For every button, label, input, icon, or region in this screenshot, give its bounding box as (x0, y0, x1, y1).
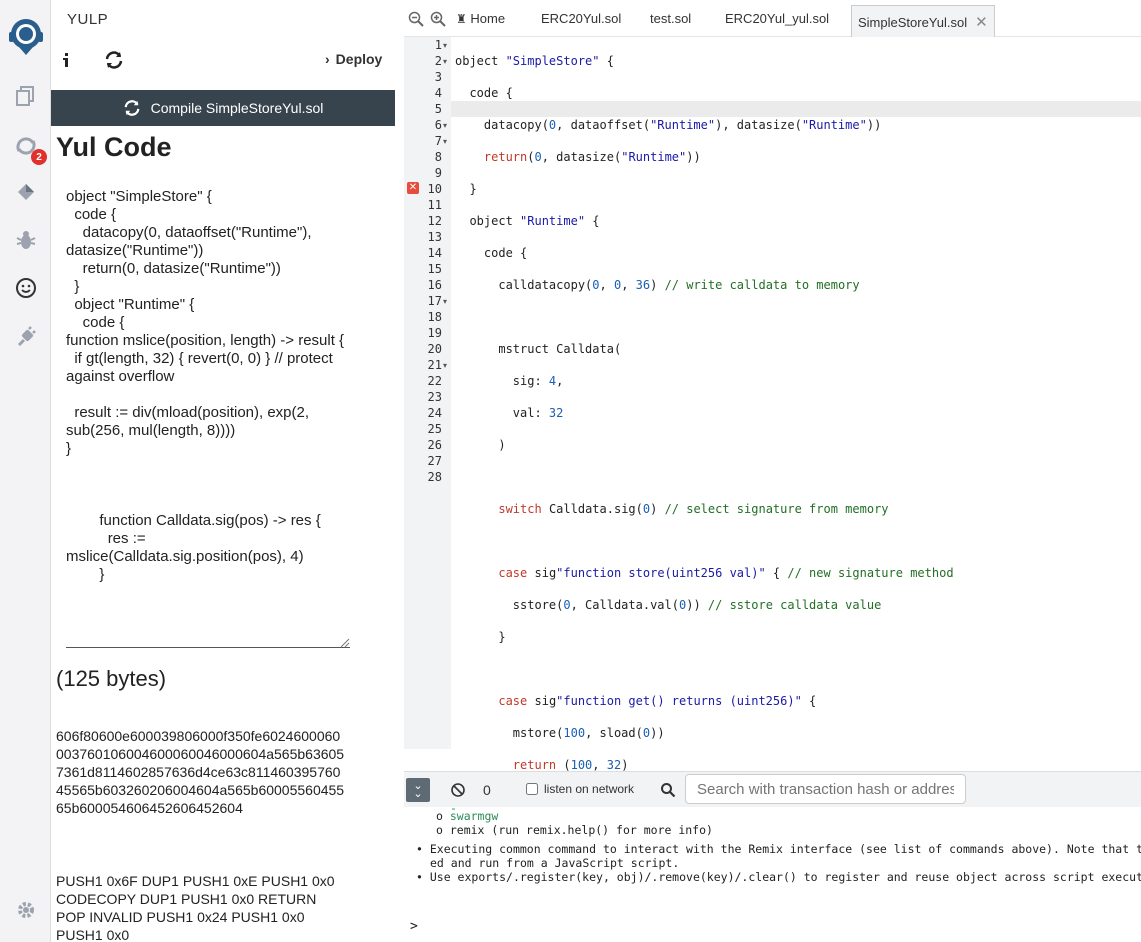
terminal-exec-line-1: Executing common command to interact wit… (429, 842, 1141, 856)
refresh-icon (124, 100, 140, 116)
terminal-toolbar: ⌄ ⌄ 0 listen on network (404, 771, 1141, 807)
line-number: 10 (427, 182, 442, 196)
fold-arrow-icon[interactable]: ▾ (443, 297, 447, 306)
line-number: 21 (427, 358, 442, 372)
line-number: 4 (434, 86, 442, 100)
line-number: 13 (427, 230, 442, 244)
line-number: 5 (434, 102, 442, 116)
terminal-prompt[interactable]: > (410, 920, 418, 934)
remix-help-line: remix (run remix.help() for more info) (449, 823, 713, 837)
terminal-exports-line: Use exports/.register(key, obj)/.remove(… (429, 870, 1141, 884)
line-number: 12 (427, 214, 442, 228)
tab-home-label: Home (470, 11, 506, 26)
fold-arrow-icon[interactable]: ▾ (443, 361, 447, 370)
refresh-icon[interactable] (104, 50, 124, 70)
yul-code-textarea[interactable]: object "SimpleStore" { code { datacopy(0… (66, 188, 350, 648)
code-editor[interactable]: ✕ ▾ ▾ ▾ ▾ ▾ ▾ 1 2 3 4 5 6 7 8 9 10 11 12 13 14 15 16 17 1… (404, 37, 1141, 900)
line-number: 1 (434, 38, 442, 52)
deploy-label: Deploy (335, 51, 383, 67)
line-number: 24 (427, 406, 442, 420)
tab-erc20yul-yul[interactable]: ERC20Yul_yul.sol (725, 11, 829, 26)
search-icon (661, 783, 676, 798)
notification-badge: 2 (31, 149, 47, 165)
line-number: 3 (434, 70, 442, 84)
line-number: 28 (427, 470, 442, 484)
tab-simplestoreyul[interactable]: SimpleStoreYul.sol ✕ (851, 5, 995, 37)
fold-arrow-icon[interactable]: ▾ (443, 41, 447, 50)
line-number: 2 (434, 54, 442, 68)
fold-arrow-icon[interactable]: ▾ (443, 57, 447, 66)
tab-erc20yul[interactable]: ERC20Yul.sol (541, 11, 621, 26)
transaction-search-input[interactable] (685, 774, 966, 804)
fold-arrow-icon[interactable]: ▾ (443, 121, 447, 130)
deploy-run-icon[interactable] (13, 179, 39, 205)
bytecode-output: 606f80600e600039806000f350fe602460006000… (56, 728, 345, 816)
line-number: 20 (427, 342, 442, 356)
line-number: 11 (427, 198, 442, 212)
plugin-manager-icon[interactable] (13, 323, 39, 349)
line-number: 22 (427, 374, 442, 388)
tab-simplestoreyul-label: SimpleStoreYul.sol (858, 15, 968, 30)
line-number: 16 (427, 278, 442, 292)
fold-arrow-icon[interactable]: ▾ (443, 137, 447, 146)
line-number: 25 (427, 422, 442, 436)
clear-console-icon[interactable] (450, 782, 466, 798)
close-tab-icon[interactable]: ✕ (975, 14, 988, 31)
bytes-size-value: 125 bytes (63, 666, 159, 691)
home-icon: ♜ (456, 12, 467, 26)
listen-network-toggle[interactable]: listen on network (526, 782, 634, 796)
settings-gear-icon[interactable] (13, 897, 39, 923)
editor-tabs: ♜ Home ERC20Yul.sol test.sol ERC20Yul_yu… (404, 0, 1141, 37)
terminal-output: - o swarmgw o remix (run remix.help() fo… (404, 807, 1141, 942)
swarmgw-link[interactable]: swarmgw (450, 809, 498, 823)
debugger-icon[interactable] (13, 227, 39, 253)
line-number: 18 (427, 310, 442, 324)
bytes-size: (125 bytes) (56, 666, 167, 691)
chevron-double-down-icon: ⌄ ⌄ (413, 780, 423, 800)
plugin-title: YULP (67, 11, 109, 28)
opcodes-output: PUSH1 0x6F DUP1 PUSH1 0xE PUSH1 0x0 CODE… (56, 873, 335, 942)
line-number: 9 (434, 166, 442, 180)
line-number: 7 (434, 134, 442, 148)
resize-grip-icon[interactable] (340, 638, 350, 648)
line-number: 15 (427, 262, 442, 276)
line-number: 27 (427, 454, 442, 468)
yulp-plugin-icon[interactable] (13, 275, 39, 301)
pending-tx-count: 0 (483, 782, 491, 798)
remix-logo-icon[interactable] (5, 15, 47, 57)
info-icon[interactable] (57, 50, 77, 70)
tab-test[interactable]: test.sol (650, 11, 691, 26)
line-number: 6 (434, 118, 442, 132)
yul-code-heading: Yul Code (56, 132, 172, 162)
zoom-out-icon[interactable] (408, 11, 424, 27)
line-number: 19 (427, 326, 442, 340)
icon-rail: 2 (0, 0, 51, 942)
terminal-toggle-button[interactable]: ⌄ ⌄ (406, 778, 430, 802)
listen-network-label: listen on network (544, 782, 635, 796)
compile-button[interactable]: Compile SimpleStoreYul.sol (51, 90, 395, 126)
line-number: 23 (427, 390, 442, 404)
terminal-exec-line-2: ed and run from a JavaScript script. (430, 856, 680, 870)
file-explorer-icon[interactable] (13, 83, 39, 109)
chevron-right-icon: › (325, 51, 330, 67)
line-number: 26 (427, 438, 442, 452)
listen-network-checkbox[interactable] (526, 783, 538, 795)
zoom-in-icon[interactable] (430, 11, 446, 27)
tab-home[interactable]: ♜ Home (456, 11, 505, 26)
line-number: 17 (427, 294, 442, 308)
yulp-plugin-panel: YULP › Deploy Compile SimpleStoreYul.sol… (51, 0, 404, 942)
line-number: 8 (434, 150, 442, 164)
line-number: 14 (427, 246, 442, 260)
compile-label: Compile SimpleStoreYul.sol (150, 100, 324, 116)
deploy-button[interactable]: › Deploy (325, 51, 382, 67)
